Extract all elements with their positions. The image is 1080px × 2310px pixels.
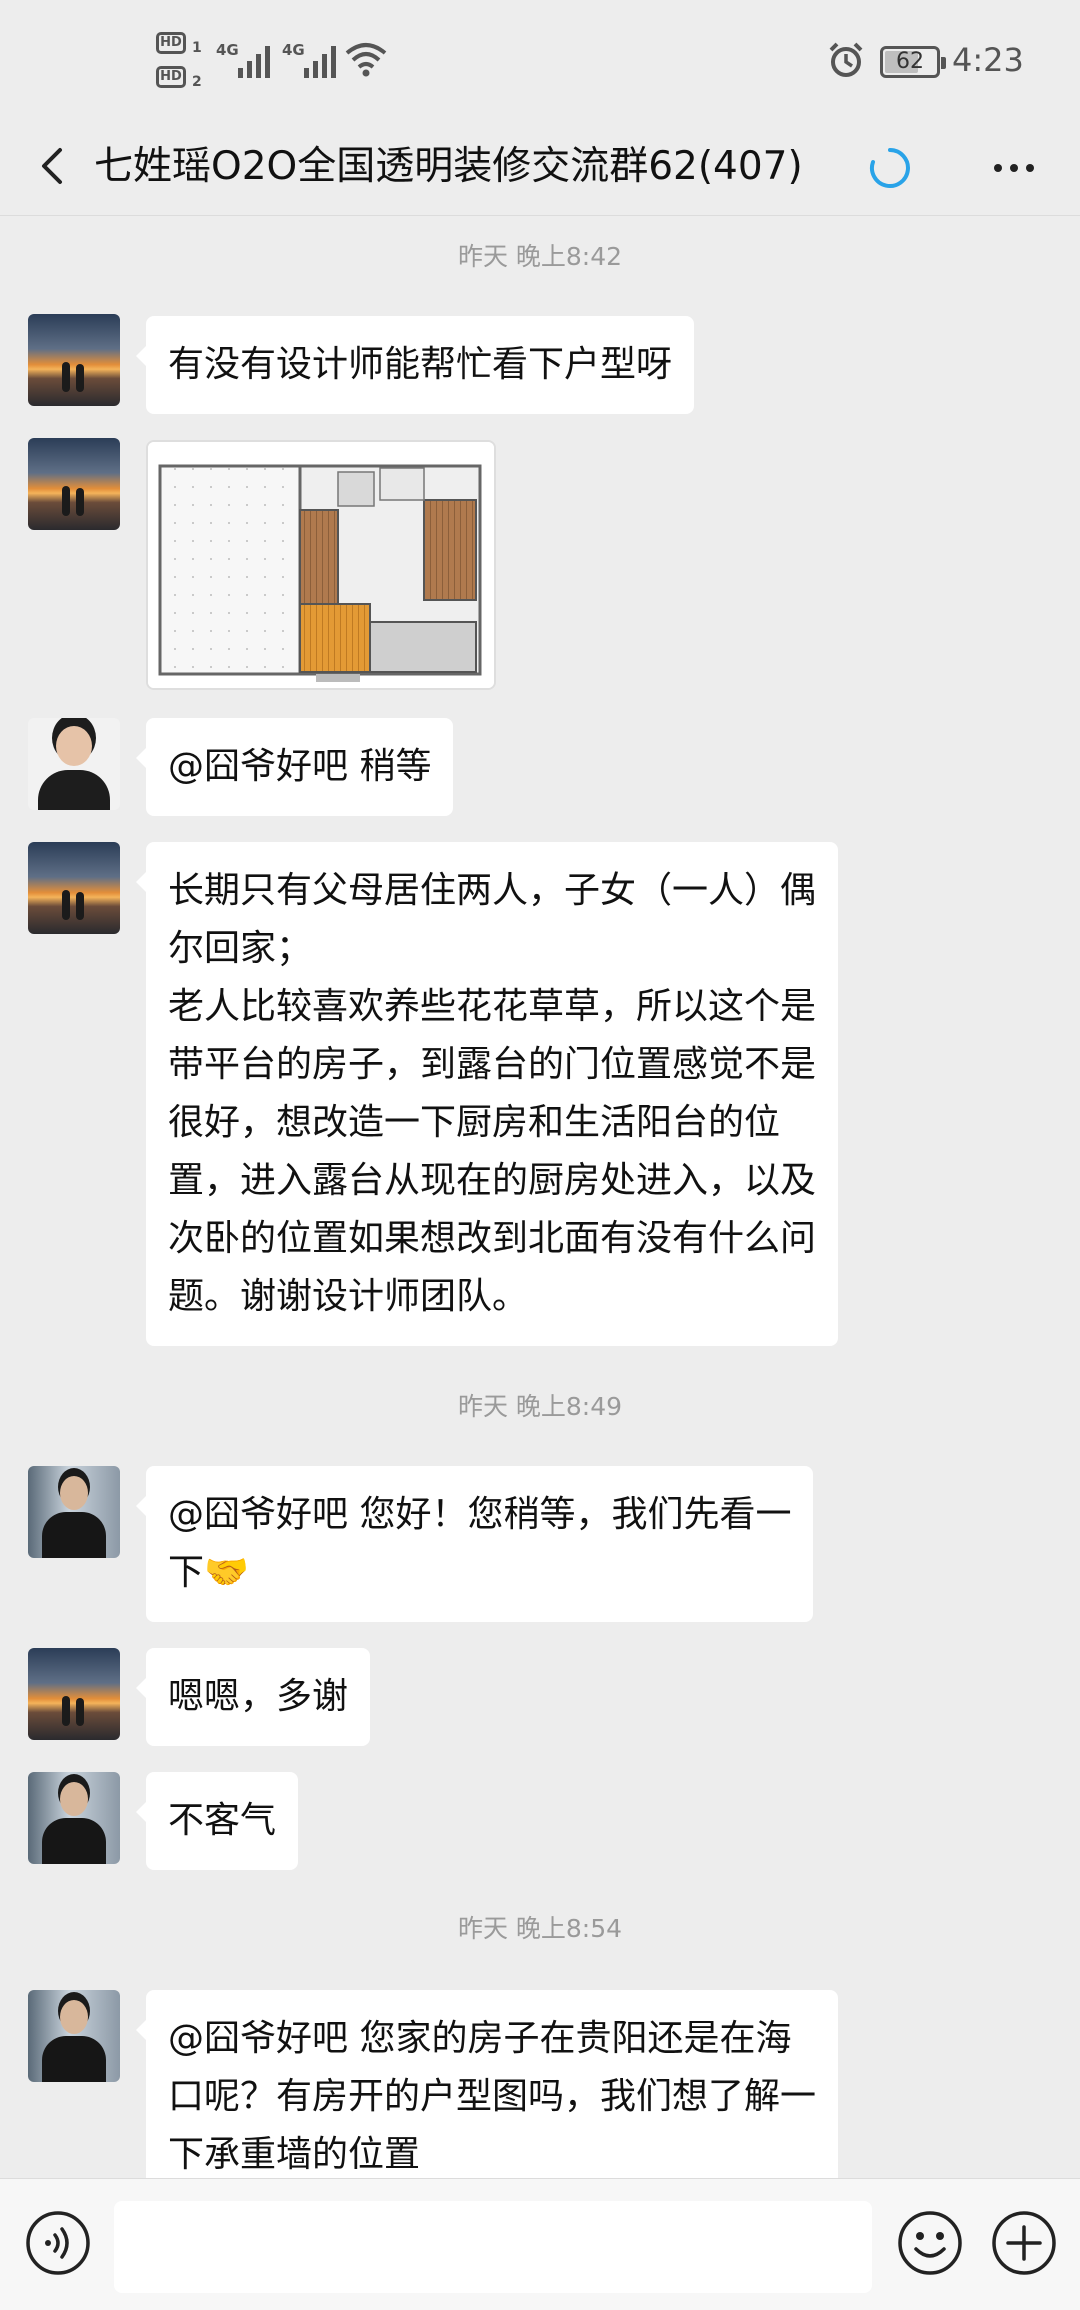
- message-text-line: 很好，想改造一下厨房和生活阳台的位: [168, 1102, 781, 1143]
- message-bubble[interactable]: 嗯嗯，多谢: [135, 1648, 371, 1746]
- clock: 4:23: [952, 41, 1024, 79]
- avatar[interactable]: [28, 842, 120, 934]
- input-bar: [0, 2178, 1080, 2310]
- alarm-icon: [829, 42, 863, 77]
- timestamp: 昨天 晚上8:42: [457, 242, 623, 271]
- battery-icon: 62: [880, 46, 946, 78]
- hd-badge-sim2: HD: [156, 66, 186, 88]
- hd-indicator: HD 1 HD 2: [156, 30, 210, 94]
- hd-sim1-label: 1: [192, 40, 202, 56]
- message-bubble[interactable]: 有没有设计师能帮忙看下户型呀: [135, 316, 695, 414]
- message-text-line: 老人比较喜欢养些花花草草，所以这个是: [168, 986, 817, 1027]
- signal-sim1-icon: 4G: [216, 38, 276, 78]
- wifi-icon: [345, 43, 387, 77]
- message-text-line: 尔回家；: [168, 928, 313, 969]
- message-bubble[interactable]: @囧爷好吧 稍等: [135, 718, 454, 816]
- emoji-icon[interactable]: [896, 2209, 964, 2277]
- message-text-line: @囧爷好吧 您家的房子在贵阳还是在海: [168, 2018, 792, 2059]
- chat-screen: HD 1 HD 2 4G 4G 62 4:23 七姓瑶O2O全国透明装修交流群6…: [0, 0, 1080, 2310]
- message-bubble[interactable]: 不客气: [135, 1772, 299, 1870]
- avatar[interactable]: [28, 1772, 120, 1864]
- avatar[interactable]: [28, 1648, 120, 1740]
- message-text-line: 置，进入露台从现在的厨房处进入，以及: [168, 1160, 817, 1201]
- message-text: 不客气: [168, 1800, 277, 1841]
- status-bar: HD 1 HD 2 4G 4G 62 4:23: [0, 0, 1080, 118]
- message-text-line: 下🤝: [168, 1552, 249, 1593]
- message-bubble[interactable]: @囧爷好吧 您家的房子在贵阳还是在海 口呢？有房开的户型图吗，我们想了解一 下承…: [135, 1990, 839, 2204]
- avatar[interactable]: [28, 438, 120, 530]
- message-input[interactable]: [114, 2201, 872, 2293]
- hd-badge-sim1: HD: [156, 32, 186, 54]
- message-bubble[interactable]: 长期只有父母居住两人，子女（一人）偶 尔回家； 老人比较喜欢养些花花草草，所以这…: [135, 842, 839, 1346]
- signal-sim2-icon: 4G: [282, 38, 342, 78]
- message-text-line: 题。谢谢设计师团队。: [168, 1276, 529, 1317]
- timestamp: 昨天 晚上8:49: [457, 1392, 623, 1421]
- floor-plan-image[interactable]: [146, 440, 496, 690]
- chat-title: 七姓瑶O2O全国透明装修交流群62(407): [94, 144, 803, 189]
- message-text: @囧爷好吧 稍等: [168, 746, 432, 787]
- chat-header: 七姓瑶O2O全国透明装修交流群62(407): [0, 118, 1080, 216]
- message-text: 有没有设计师能帮忙看下户型呀: [168, 344, 673, 385]
- message-text-line: 次卧的位置如果想改到北面有没有什么问: [168, 1218, 817, 1259]
- message-text-line: 带平台的房子，到露台的门位置感觉不是: [168, 1044, 817, 1085]
- more-icon[interactable]: [984, 138, 1044, 198]
- message-text-line: 下承重墙的位置: [168, 2134, 421, 2175]
- plus-icon[interactable]: [990, 2209, 1058, 2277]
- message-text: 嗯嗯，多谢: [168, 1676, 349, 1717]
- avatar[interactable]: [28, 718, 120, 810]
- battery-level: 62: [896, 49, 924, 74]
- message-bubble[interactable]: @囧爷好吧 您好！您稍等，我们先看一 下🤝: [135, 1466, 814, 1622]
- avatar[interactable]: [28, 1466, 120, 1558]
- avatar[interactable]: [28, 1990, 120, 2082]
- message-text-line: @囧爷好吧 您好！您稍等，我们先看一: [168, 1494, 792, 1535]
- message-text-line: 长期只有父母居住两人，子女（一人）偶: [168, 870, 817, 911]
- hd-sim2-label: 2: [192, 74, 202, 90]
- voice-icon[interactable]: [24, 2209, 92, 2277]
- back-arrow-icon[interactable]: [24, 136, 84, 196]
- avatar[interactable]: [28, 314, 120, 406]
- timestamp: 昨天 晚上8:54: [457, 1914, 623, 1943]
- loading-spinner-icon: [869, 148, 910, 188]
- message-text-line: 口呢？有房开的户型图吗，我们想了解一: [168, 2076, 817, 2117]
